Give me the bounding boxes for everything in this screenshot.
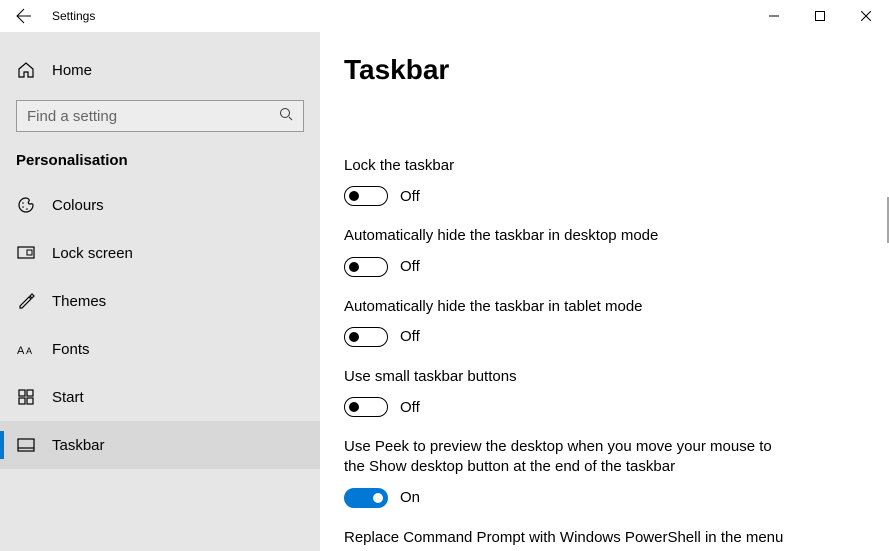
toggle-lock-taskbar[interactable] <box>344 186 388 206</box>
palette-icon <box>16 196 36 214</box>
sidebar-item-themes[interactable]: Themes <box>0 277 320 325</box>
themes-icon <box>16 292 36 310</box>
setting-label: Use small taskbar buttons <box>344 367 784 387</box>
sidebar: Home Personalisation Colours Lock screen <box>0 32 320 551</box>
setting-label: Replace Command Prompt with Windows Powe… <box>344 528 784 551</box>
taskbar-icon <box>16 438 36 452</box>
titlebar: Settings <box>0 0 889 32</box>
window-controls <box>751 0 889 32</box>
sidebar-item-lock-screen[interactable]: Lock screen <box>0 229 320 277</box>
toggle-state: Off <box>400 188 420 205</box>
sidebar-item-label: Start <box>52 389 84 406</box>
setting-powershell: Replace Command Prompt with Windows Powe… <box>344 528 865 551</box>
setting-label: Lock the taskbar <box>344 156 784 176</box>
back-button[interactable] <box>0 0 48 32</box>
sidebar-item-start[interactable]: Start <box>0 373 320 421</box>
toggle-autohide-tablet[interactable] <box>344 327 388 347</box>
sidebar-home[interactable]: Home <box>0 50 320 90</box>
lock-screen-icon <box>16 246 36 260</box>
setting-label: Automatically hide the taskbar in deskto… <box>344 226 784 246</box>
toggle-state: On <box>400 489 420 506</box>
setting-label: Use Peek to preview the desktop when you… <box>344 437 784 478</box>
toggle-state: Off <box>400 258 420 275</box>
maximize-button[interactable] <box>797 0 843 32</box>
setting-autohide-tablet: Automatically hide the taskbar in tablet… <box>344 297 865 347</box>
sidebar-item-colours[interactable]: Colours <box>0 181 320 229</box>
setting-autohide-desktop: Automatically hide the taskbar in deskto… <box>344 226 865 276</box>
close-icon <box>861 11 871 21</box>
toggle-knob <box>349 402 359 412</box>
search-box[interactable] <box>16 100 304 132</box>
setting-label: Automatically hide the taskbar in tablet… <box>344 297 784 317</box>
svg-text:A: A <box>26 346 32 356</box>
sidebar-home-label: Home <box>52 62 92 79</box>
sidebar-item-label: Fonts <box>52 341 90 358</box>
window-title: Settings <box>52 9 95 23</box>
back-arrow-icon <box>16 8 32 24</box>
setting-lock-taskbar: Lock the taskbar Off <box>344 156 865 206</box>
toggle-small-buttons[interactable] <box>344 397 388 417</box>
sidebar-item-label: Colours <box>52 197 104 214</box>
start-icon <box>16 389 36 405</box>
svg-text:A: A <box>17 345 25 356</box>
toggle-knob <box>349 332 359 342</box>
search-input[interactable] <box>27 108 279 125</box>
maximize-icon <box>815 11 825 21</box>
home-icon <box>16 61 36 79</box>
close-button[interactable] <box>843 0 889 32</box>
content-area: Taskbar Lock the taskbar Off Automatical… <box>320 32 889 551</box>
setting-small-buttons: Use small taskbar buttons Off <box>344 367 865 417</box>
page-title: Taskbar <box>344 54 865 86</box>
sidebar-category-header: Personalisation <box>0 132 320 181</box>
sidebar-item-label: Taskbar <box>52 437 105 454</box>
toggle-state: Off <box>400 399 420 416</box>
toggle-knob <box>349 262 359 272</box>
search-icon <box>279 107 293 126</box>
toggle-knob <box>373 493 383 503</box>
sidebar-item-label: Themes <box>52 293 106 310</box>
minimize-button[interactable] <box>751 0 797 32</box>
toggle-knob <box>349 191 359 201</box>
setting-peek: Use Peek to preview the desktop when you… <box>344 437 865 508</box>
sidebar-item-fonts[interactable]: AA Fonts <box>0 325 320 373</box>
fonts-icon: AA <box>16 342 36 356</box>
sidebar-item-taskbar[interactable]: Taskbar <box>0 421 320 469</box>
minimize-icon <box>769 11 779 21</box>
toggle-state: Off <box>400 328 420 345</box>
toggle-autohide-desktop[interactable] <box>344 257 388 277</box>
toggle-peek[interactable] <box>344 488 388 508</box>
sidebar-item-label: Lock screen <box>52 245 133 262</box>
